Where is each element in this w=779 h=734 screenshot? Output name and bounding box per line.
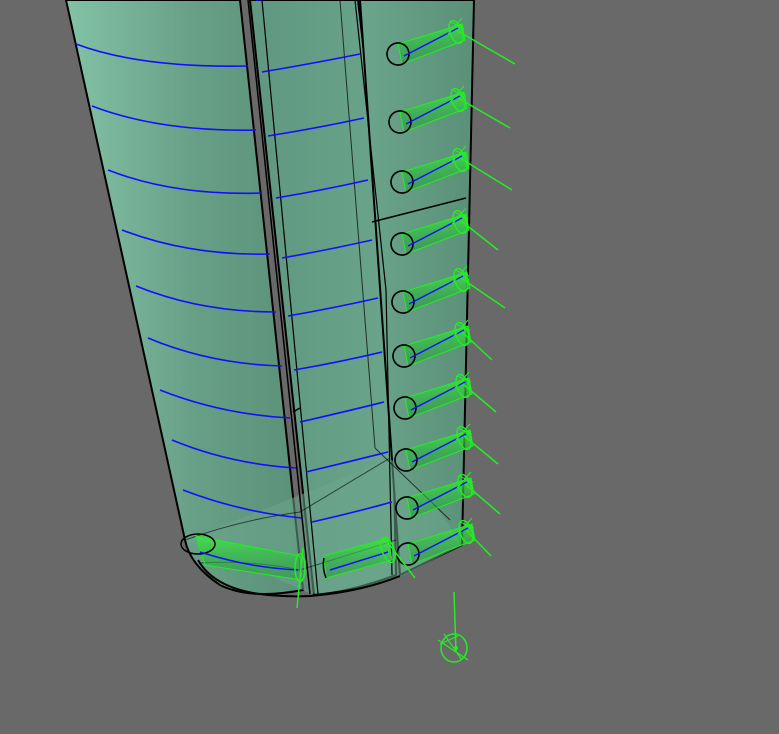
pivot-gizmo[interactable] [437, 591, 469, 663]
3d-viewport[interactable] [0, 0, 779, 734]
wing-flap-model [64, 0, 516, 663]
